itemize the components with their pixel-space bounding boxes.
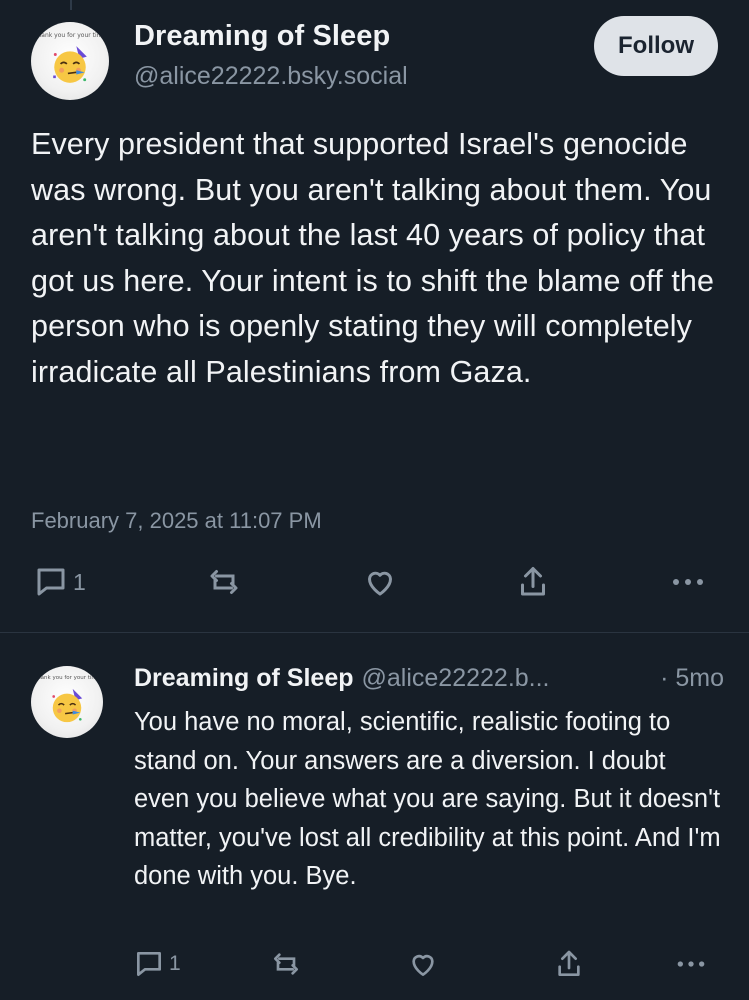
avatar-caption: Thank you for your time bbox=[33, 675, 101, 681]
more-options-button[interactable] bbox=[668, 564, 708, 600]
author-display-name[interactable]: Dreaming of Sleep bbox=[134, 20, 390, 53]
reply-time[interactable]: · 5mo bbox=[660, 664, 724, 693]
repost-icon bbox=[210, 570, 238, 594]
comment-icon bbox=[37, 568, 65, 596]
share-button[interactable] bbox=[515, 564, 551, 600]
reply-share-button[interactable] bbox=[553, 948, 585, 980]
comment-icon bbox=[137, 952, 161, 976]
share-icon bbox=[558, 950, 580, 976]
reply-time-value: 5mo bbox=[675, 664, 724, 692]
heart-icon bbox=[412, 954, 434, 976]
heart-icon bbox=[368, 571, 392, 596]
author-handle[interactable]: @alice22222.bsky.social bbox=[134, 62, 408, 91]
reply-header: Dreaming of Sleep @alice22222.b... · 5mo bbox=[134, 664, 724, 693]
thread-line bbox=[70, 0, 72, 10]
post-timestamp[interactable]: February 7, 2025 at 11:07 PM bbox=[31, 508, 322, 534]
reply-author-name[interactable]: Dreaming of Sleep bbox=[134, 664, 354, 693]
follow-button[interactable]: Follow bbox=[594, 16, 718, 76]
avatar-caption: Thank you for your time bbox=[33, 32, 107, 39]
like-button[interactable] bbox=[361, 564, 399, 600]
reply-author-handle[interactable]: @alice22222.b... bbox=[362, 664, 550, 693]
reply-like-button[interactable] bbox=[406, 948, 440, 980]
reply-reply-count: 1 bbox=[169, 952, 181, 975]
post-divider bbox=[0, 632, 749, 633]
reply-reply-button[interactable]: 1 bbox=[133, 948, 181, 980]
reply-avatar[interactable]: Thank you for your time bbox=[31, 666, 103, 738]
partying-face-icon bbox=[52, 688, 83, 723]
reply-repost-button[interactable] bbox=[270, 948, 302, 980]
post-text: Every president that supported Israel's … bbox=[31, 127, 715, 389]
reply-action-bar: 1 bbox=[0, 946, 749, 990]
reply-text: You have no moral, scientific, realistic… bbox=[134, 708, 721, 890]
post-action-bar: 1 bbox=[0, 560, 749, 604]
reply-separator: · bbox=[660, 664, 669, 692]
reply-button[interactable]: 1 bbox=[33, 564, 86, 600]
more-icon bbox=[677, 961, 705, 967]
repost-button[interactable] bbox=[206, 564, 242, 600]
repost-icon bbox=[274, 953, 298, 975]
share-icon bbox=[521, 567, 545, 596]
avatar[interactable]: Thank you for your time bbox=[31, 22, 109, 100]
more-icon bbox=[673, 579, 703, 585]
reply-count: 1 bbox=[73, 568, 86, 595]
reply-more-options-button[interactable] bbox=[672, 948, 710, 980]
partying-face-icon bbox=[53, 46, 87, 83]
